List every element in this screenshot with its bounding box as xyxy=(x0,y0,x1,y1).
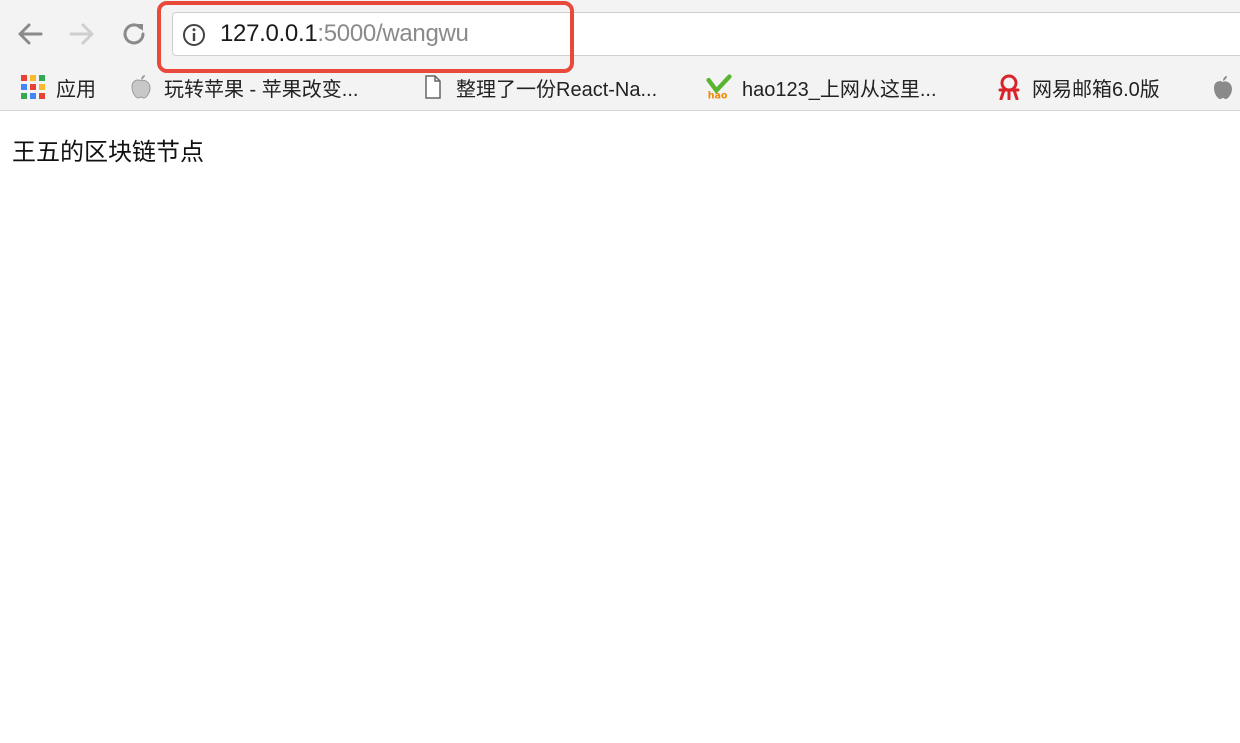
bookmark-hao123[interactable]: hao hao123_上网从这里... xyxy=(706,73,937,101)
bookmark-apps[interactable]: 应用 xyxy=(20,73,96,101)
back-button[interactable] xyxy=(12,16,48,52)
bookmark-apple-tips[interactable]: 玩转苹果 - 苹果改变... xyxy=(128,73,358,101)
forward-button[interactable] xyxy=(64,16,100,52)
info-icon[interactable] xyxy=(182,23,206,47)
bookmark-react-native[interactable]: 整理了一份React-Na... xyxy=(420,73,657,101)
browser-toolbar: 127.0.0.1:5000/wangwu xyxy=(0,0,1240,64)
url-path: :5000/wangwu xyxy=(317,20,469,47)
bookmark-label: 玩转苹果 - 苹果改变... xyxy=(164,78,359,101)
file-icon xyxy=(420,74,446,100)
netease-mail-icon xyxy=(996,74,1022,100)
reload-button[interactable] xyxy=(116,16,152,52)
back-arrow-icon xyxy=(18,23,43,45)
bookmarks-bar: 应用 玩转苹果 - 苹果改变... 整理了一份React-Na... hao h… xyxy=(0,64,1240,111)
forward-arrow-icon xyxy=(69,23,94,45)
bookmark-label: hao123_上网从这里... xyxy=(742,78,937,101)
bookmark-label: 网易邮箱6.0版 xyxy=(1032,78,1160,101)
reload-icon xyxy=(123,23,145,45)
bookmark-label: 应用 xyxy=(56,78,96,101)
svg-text:hao: hao xyxy=(708,90,728,101)
apps-grid-icon xyxy=(20,74,46,100)
page-body-text: 王五的区块链节点 xyxy=(12,139,204,166)
hao123-icon: hao xyxy=(706,74,732,101)
url-host: 127.0.0.1 xyxy=(220,20,318,47)
bookmark-apple-overflow[interactable] xyxy=(1210,73,1240,101)
bookmark-label: 整理了一份React-Na... xyxy=(456,78,658,101)
url-text[interactable]: 127.0.0.1:5000/wangwu xyxy=(220,19,469,49)
apple-icon xyxy=(1210,74,1236,100)
bookmark-netease-mail[interactable]: 网易邮箱6.0版 xyxy=(996,73,1160,101)
apple-icon xyxy=(128,74,154,100)
